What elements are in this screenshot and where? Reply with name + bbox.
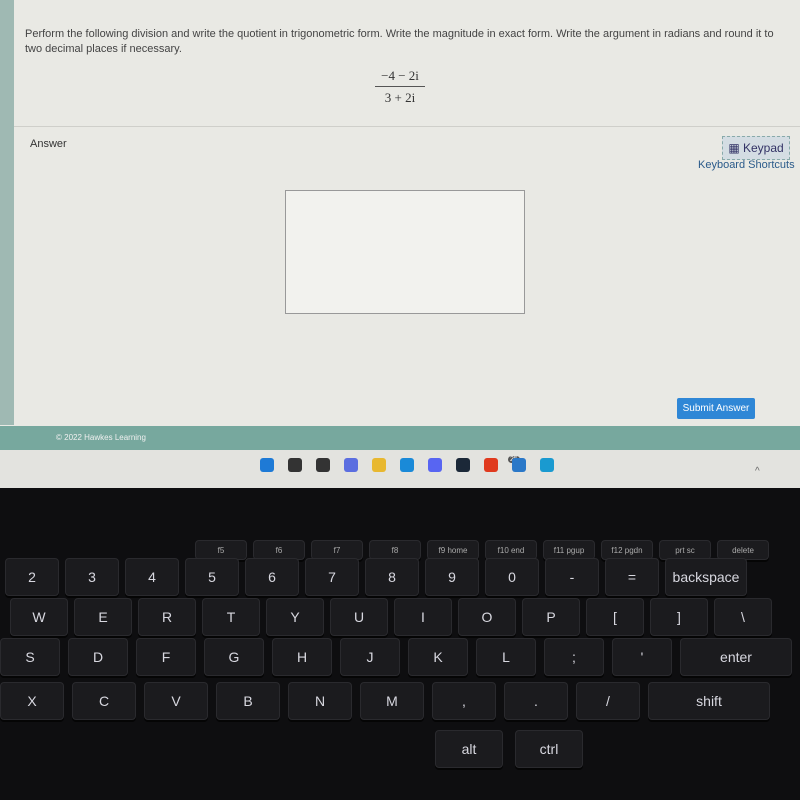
key[interactable]: f6 <box>253 540 305 560</box>
answer-input[interactable] <box>285 190 525 314</box>
key[interactable]: Y <box>266 598 324 636</box>
key[interactable]: ' <box>612 638 672 676</box>
divider <box>14 126 800 127</box>
key[interactable]: X <box>0 682 64 720</box>
submit-answer-button[interactable]: Submit Answer <box>677 398 755 419</box>
key[interactable]: 0 <box>485 558 539 596</box>
key[interactable]: = <box>605 558 659 596</box>
key[interactable]: 9 <box>425 558 479 596</box>
keypad-button[interactable]: ▦ Keypad <box>722 136 790 160</box>
denominator: 3 + 2i <box>384 90 416 105</box>
key[interactable]: shift <box>648 682 770 720</box>
key[interactable]: f12 pgdn <box>601 540 653 560</box>
key[interactable]: ctrl <box>515 730 583 768</box>
discord-icon[interactable] <box>428 458 442 472</box>
keypad-label: Keypad <box>742 141 784 155</box>
key[interactable]: R <box>138 598 196 636</box>
key[interactable]: 5 <box>185 558 239 596</box>
key[interactable]: f5 <box>195 540 247 560</box>
steam-icon[interactable] <box>456 458 470 472</box>
calculator-icon: ▦ <box>728 141 743 155</box>
key[interactable]: G <box>204 638 264 676</box>
key[interactable]: f7 <box>311 540 363 560</box>
key[interactable]: . <box>504 682 568 720</box>
laptop-keyboard: f5 f6 f7 f8 f9 home f10 end f11 pgup f12 pgdn pr… <box>0 530 800 800</box>
key[interactable]: H <box>272 638 332 676</box>
key[interactable]: 2 <box>5 558 59 596</box>
key[interactable]: S <box>0 638 60 676</box>
key[interactable]: N <box>288 682 352 720</box>
key[interactable]: C <box>72 682 136 720</box>
fraction-expression: −4 − 2i 3 + 2i <box>375 68 425 106</box>
task-view-icon[interactable] <box>316 458 330 472</box>
answer-label: Answer <box>30 138 67 150</box>
office-icon[interactable] <box>484 458 498 472</box>
edge-icon[interactable] <box>400 458 414 472</box>
tray-chevron-icon[interactable]: ^ <box>755 466 760 477</box>
key[interactable]: T <box>202 598 260 636</box>
search-icon[interactable] <box>288 458 302 472</box>
key[interactable]: prt sc <box>659 540 711 560</box>
chat-icon[interactable] <box>344 458 358 472</box>
key[interactable]: f10 end <box>485 540 537 560</box>
file-explorer-icon[interactable] <box>372 458 386 472</box>
key[interactable]: f9 home <box>427 540 479 560</box>
left-sidebar-strip <box>0 0 14 425</box>
key[interactable]: K <box>408 638 468 676</box>
key[interactable]: V <box>144 682 208 720</box>
key[interactable]: U <box>330 598 388 636</box>
key[interactable]: alt <box>435 730 503 768</box>
mail-icon[interactable] <box>512 458 526 472</box>
key[interactable]: backspace <box>665 558 747 596</box>
key[interactable]: / <box>576 682 640 720</box>
key[interactable]: P <box>522 598 580 636</box>
key[interactable]: 4 <box>125 558 179 596</box>
key[interactable]: I <box>394 598 452 636</box>
key[interactable]: 3 <box>65 558 119 596</box>
key[interactable]: 6 <box>245 558 299 596</box>
key[interactable]: ; <box>544 638 604 676</box>
key[interactable]: delete <box>717 540 769 560</box>
key[interactable]: [ <box>586 598 644 636</box>
key[interactable]: W <box>10 598 68 636</box>
key[interactable]: ] <box>650 598 708 636</box>
key[interactable]: J <box>340 638 400 676</box>
key[interactable]: \ <box>714 598 772 636</box>
key[interactable]: 8 <box>365 558 419 596</box>
browser-screen: Perform the following division and write… <box>0 0 800 488</box>
keyboard-shortcuts-link[interactable]: Keyboard Shortcuts <box>698 159 795 171</box>
key[interactable]: f8 <box>369 540 421 560</box>
key[interactable]: L <box>476 638 536 676</box>
footer: © 2022 Hawkes Learning <box>0 426 800 450</box>
key[interactable]: F <box>136 638 196 676</box>
question-text: Perform the following division and write… <box>25 28 774 55</box>
numerator: −4 − 2i <box>375 68 425 87</box>
copyright: © 2022 Hawkes Learning <box>56 433 146 442</box>
key[interactable]: - <box>545 558 599 596</box>
key[interactable]: f11 pgup <box>543 540 595 560</box>
key[interactable]: E <box>74 598 132 636</box>
key[interactable]: O <box>458 598 516 636</box>
key[interactable]: , <box>432 682 496 720</box>
edge-beta-icon[interactable] <box>540 458 554 472</box>
key[interactable]: D <box>68 638 128 676</box>
key[interactable]: B <box>216 682 280 720</box>
key[interactable]: M <box>360 682 424 720</box>
key[interactable]: enter <box>680 638 792 676</box>
windows-start-icon[interactable] <box>260 458 274 472</box>
key[interactable]: 7 <box>305 558 359 596</box>
